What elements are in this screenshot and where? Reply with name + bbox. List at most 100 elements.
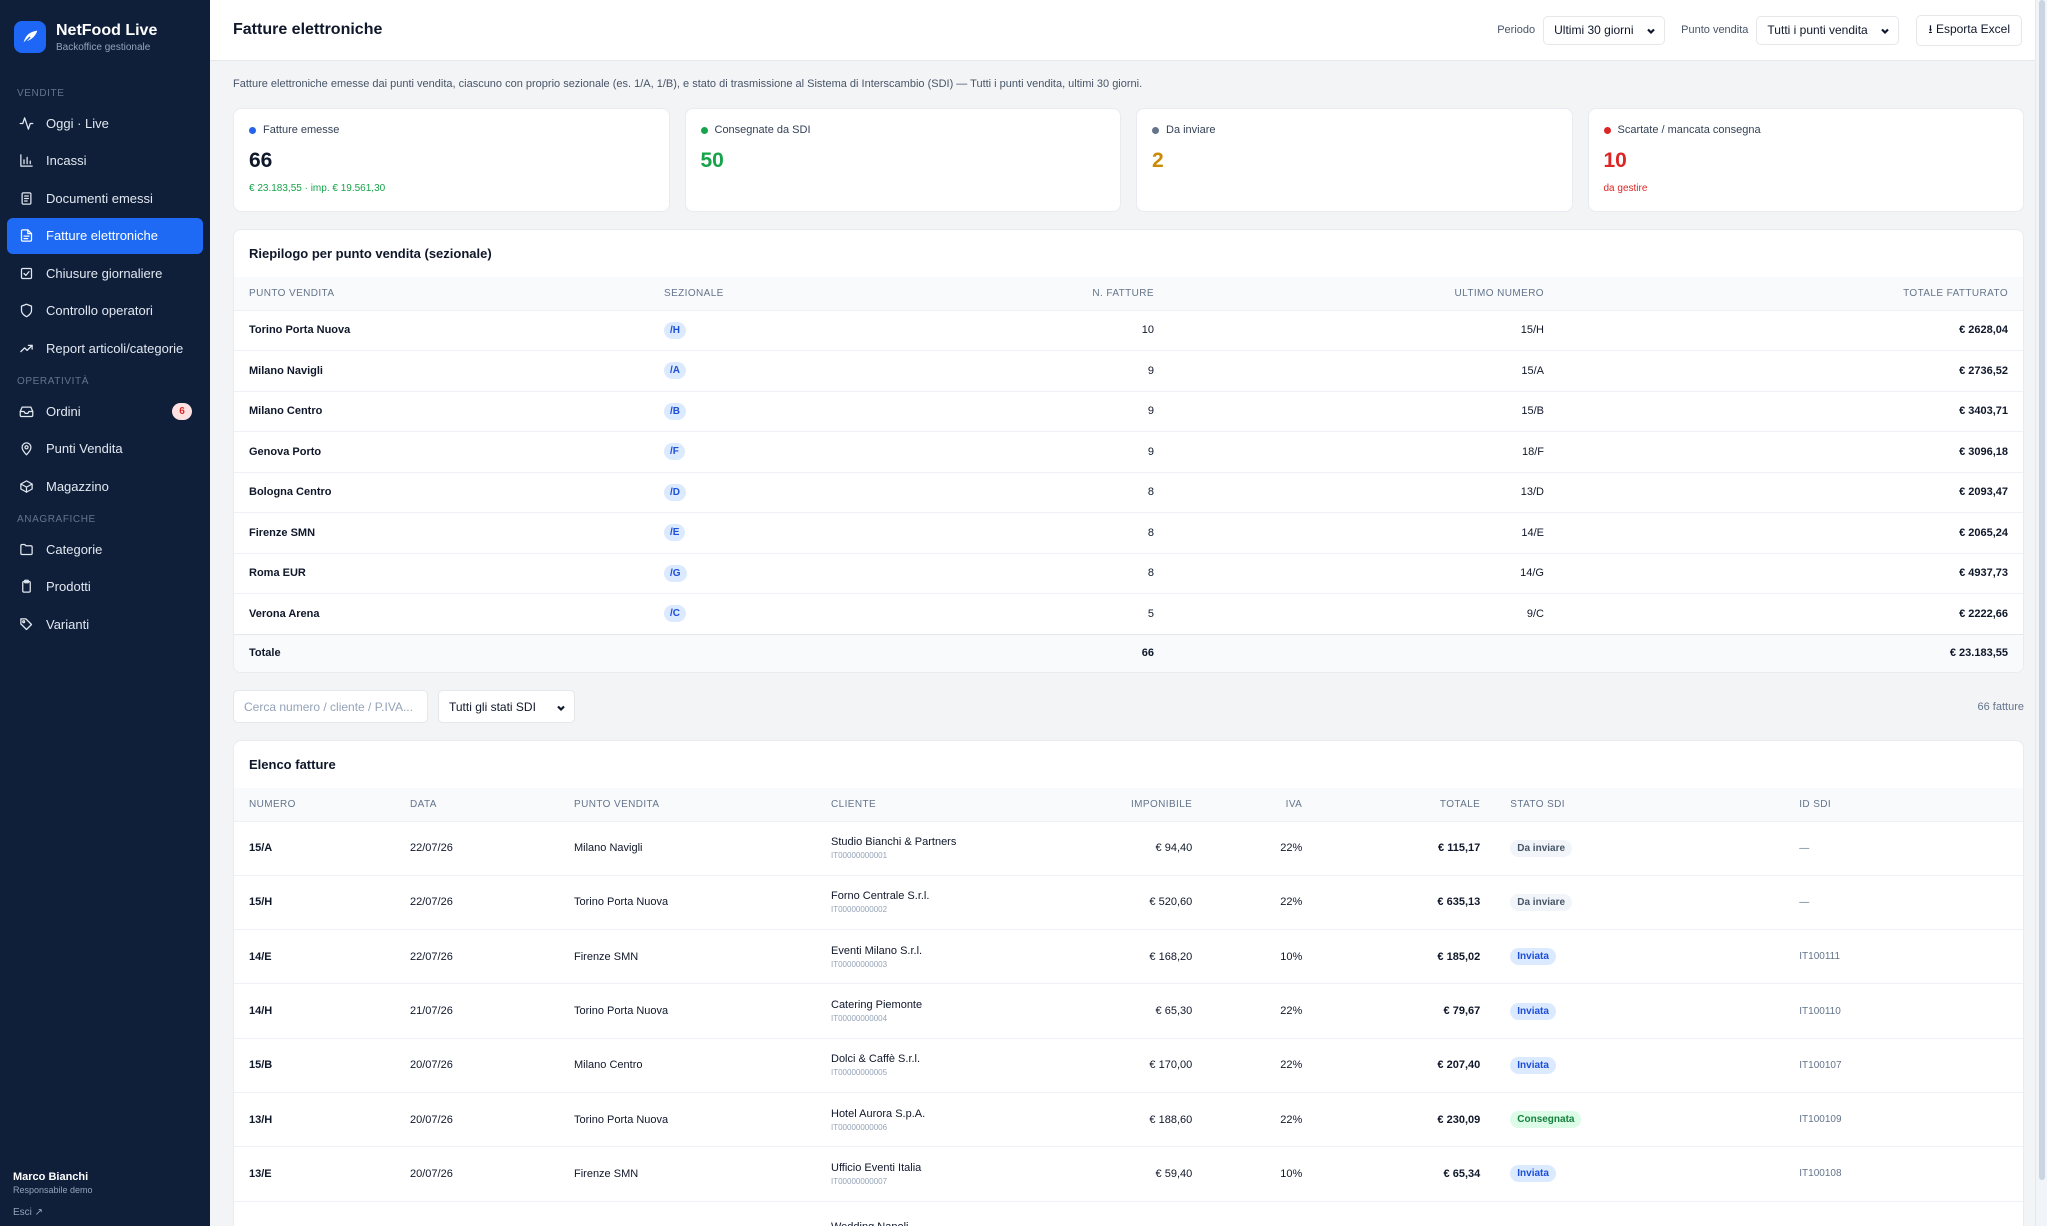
table-row[interactable]: Verona Arena /C 5 9/C € 2222,66: [234, 593, 2023, 634]
invoices-title: Elenco fatture: [249, 757, 336, 772]
invoice-date: 22/07/26: [395, 929, 559, 984]
page-scrollbar[interactable]: [2035, 0, 2047, 1226]
sezionale-badge: /C: [664, 605, 686, 623]
column-header-imponibile[interactable]: Imponibile: [1116, 788, 1208, 821]
table-row[interactable]: Milano Centro /B 9 15/B € 3403,71: [234, 390, 2023, 432]
sidebar-item-controllo-operatori[interactable]: Controllo operatori: [7, 293, 203, 329]
sdi-status-select[interactable]: Tutti gli stati SDI: [438, 690, 575, 723]
brand[interactable]: NetFood Live Backoffice gestionale: [0, 0, 210, 56]
invoice-store: Firenze SMN: [559, 1146, 816, 1202]
main-area: Fatture elettroniche Periodo Ultimi 30 g…: [210, 0, 2045, 1226]
store-name: Torino Porta Nuova: [234, 309, 649, 351]
table-row[interactable]: 15/H 22/07/26 Torino Porta Nuova Forno C…: [234, 874, 2023, 930]
invoice-total: € 635,13: [1317, 874, 1496, 930]
column-header-ultimo-numero[interactable]: Ultimo numero: [1169, 277, 1559, 310]
search-input[interactable]: [233, 690, 428, 723]
column-header-punto-vendita[interactable]: Punto vendita: [559, 788, 816, 821]
total-billed-cell: € 2093,47: [1559, 471, 2023, 513]
sidebar-item-categorie[interactable]: Categorie: [7, 531, 203, 567]
table-row[interactable]: Torino Porta Nuova /H 10 15/H € 2628,04: [234, 309, 2023, 351]
sidebar-item-chiusure-giornaliere[interactable]: Chiusure giornaliere: [7, 255, 203, 291]
sdi-status-cell: Inviata: [1495, 1146, 1785, 1202]
sidebar-item-punti-vendita[interactable]: Punti Vendita: [7, 431, 203, 467]
user-role: Responsabile demo: [13, 1185, 93, 1195]
kpi-label-row: Consegnate da SDI: [700, 124, 1106, 136]
total-billed-cell: € 3096,18: [1559, 431, 2023, 472]
table-row[interactable]: 15/A 22/07/26 Milano Navigli Studio Bian…: [234, 820, 2023, 876]
summary-title: Riepilogo per punto vendita (sezionale): [249, 246, 492, 261]
sidebar-item-oggi-live[interactable]: Oggi · Live: [7, 105, 203, 141]
sidebar-item-varianti[interactable]: Varianti: [7, 606, 203, 642]
user-name: Marco Bianchi: [13, 1171, 89, 1183]
invoice-count-cell: 9: [1009, 431, 1169, 472]
store-value: Tutti i punti vendita: [1767, 23, 1868, 37]
client-name: Forno Centrale S.r.l.: [831, 890, 930, 903]
client-vat: IT00000000005: [831, 1068, 888, 1078]
total-billed-cell: € 2736,52: [1559, 350, 2023, 391]
table-row[interactable]: Wedding Napoli: [234, 1200, 2023, 1226]
column-header-totale-fatturato[interactable]: Totale fatturato: [1559, 277, 2023, 310]
table-row[interactable]: Bologna Centro /D 8 13/D € 2093,47: [234, 471, 2023, 513]
invoice-number[interactable]: 15/B: [234, 1037, 395, 1093]
table-row[interactable]: Roma EUR /G 8 14/G € 4937,73: [234, 552, 2023, 594]
invoice-number[interactable]: 15/A: [234, 820, 395, 876]
check-square-icon: [18, 265, 34, 281]
table-row[interactable]: Genova Porto /F 9 18/F € 3096,18: [234, 431, 2023, 472]
kpi-label: Scartate / mancata consegna: [1617, 124, 1761, 136]
column-header-numero[interactable]: Numero: [234, 788, 395, 821]
table-row[interactable]: 13/E 20/07/26 Firenze SMN Ufficio Eventi…: [234, 1146, 2023, 1202]
column-header-totale[interactable]: Totale: [1317, 788, 1496, 821]
sidebar-item-fatture-elettroniche[interactable]: Fatture elettroniche: [7, 217, 203, 254]
kpi-card-consegnate-da-sdi: Consegnate da SDI 50: [684, 108, 1121, 212]
sidebar-item-documenti-emessi[interactable]: Documenti emessi: [7, 180, 203, 216]
sezionale-cell: /H: [649, 309, 1009, 351]
kpi-value: 50: [700, 149, 724, 172]
store-name: Milano Navigli: [234, 350, 649, 391]
column-header-punto-vendita[interactable]: Punto vendita: [234, 277, 649, 310]
total-billed-cell: € 2628,04: [1559, 309, 2023, 351]
kpi-label-row: Fatture emesse: [249, 124, 654, 136]
store-select[interactable]: Tutti i punti vendita: [1756, 15, 1900, 45]
invoice-number[interactable]: 13/E: [234, 1146, 395, 1202]
sidebar-item-report-articoli-categorie[interactable]: Report articoli/categorie: [7, 330, 203, 366]
nav-section-title: Anagrafiche: [17, 514, 96, 525]
column-header-data[interactable]: Data: [395, 788, 559, 821]
last-number-cell: 15/H: [1169, 309, 1559, 351]
sidebar-item-ordini[interactable]: Ordini 6: [7, 393, 203, 429]
column-header-iva[interactable]: IVA: [1207, 788, 1318, 821]
table-row[interactable]: Milano Navigli /A 9 15/A € 2736,52: [234, 350, 2023, 391]
table-row[interactable]: 15/B 20/07/26 Milano Centro Dolci & Caff…: [234, 1037, 2023, 1093]
invoice-count-cell: 9: [1009, 350, 1169, 391]
sdi-id: [1784, 1200, 2023, 1226]
table-row[interactable]: 13/H 20/07/26 Torino Porta Nuova Hotel A…: [234, 1091, 2023, 1147]
sidebar-item-incassi[interactable]: Incassi: [7, 143, 203, 179]
sidebar-item-prodotti[interactable]: Prodotti: [7, 569, 203, 605]
client-name: Catering Piemonte: [831, 999, 923, 1012]
scrollbar-thumb[interactable]: [2039, 0, 2045, 1180]
period-select[interactable]: Ultimi 30 giorni: [1543, 15, 1666, 45]
column-header-n-fatture[interactable]: N. fatture: [1009, 277, 1169, 310]
period-label: Periodo: [1497, 24, 1536, 36]
invoice-number[interactable]: 14/E: [234, 929, 395, 984]
invoice-number[interactable]: [234, 1200, 395, 1226]
column-header-id-sdi[interactable]: ID SDI: [1784, 788, 2023, 821]
invoice-date: 21/07/26: [395, 983, 559, 1039]
invoice-number[interactable]: 14/H: [234, 983, 395, 1039]
chevron-down-icon: [1646, 25, 1656, 35]
client-name: Dolci & Caffè S.r.l.: [831, 1053, 921, 1066]
table-row[interactable]: 14/E 22/07/26 Firenze SMN Eventi Milano …: [234, 929, 2023, 984]
export-excel-button[interactable]: ⭳ Esporta Excel: [1916, 14, 2022, 46]
logout-link[interactable]: Esci ↗: [13, 1207, 93, 1218]
client-name: Ufficio Eventi Italia: [831, 1161, 922, 1174]
column-header-sezionale[interactable]: Sezionale: [649, 277, 1009, 310]
sidebar-item-magazzino[interactable]: Magazzino: [7, 468, 203, 504]
tag-icon: [18, 616, 34, 632]
invoice-number[interactable]: 15/H: [234, 874, 395, 930]
sdi-status-cell: Da inviare: [1495, 820, 1785, 876]
invoice-number[interactable]: 13/H: [234, 1091, 395, 1147]
clipboard-icon: [18, 579, 34, 595]
table-row[interactable]: Firenze SMN /E 8 14/E € 2065,24: [234, 512, 2023, 553]
column-header-stato-sdi[interactable]: Stato SDI: [1495, 788, 1785, 821]
table-row[interactable]: 14/H 21/07/26 Torino Porta Nuova Caterin…: [234, 983, 2023, 1039]
column-header-cliente[interactable]: Cliente: [816, 788, 1116, 821]
